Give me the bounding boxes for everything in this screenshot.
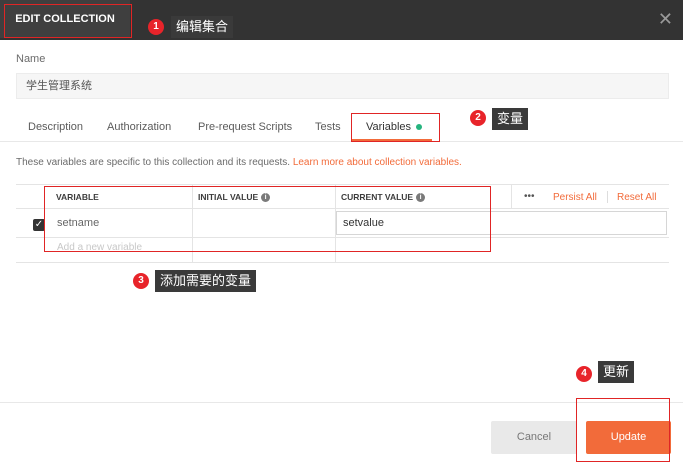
- annotation-callout-1: 编辑集合: [171, 16, 234, 38]
- cancel-button[interactable]: Cancel: [491, 421, 577, 454]
- annotation-badge-3: 3: [133, 273, 149, 289]
- variables-description: These variables are specific to this col…: [16, 157, 462, 168]
- learn-more-link[interactable]: Learn more about collection variables.: [293, 157, 462, 168]
- reset-all-button[interactable]: Reset All: [617, 192, 656, 203]
- more-options-icon[interactable]: •••: [524, 191, 535, 202]
- table-col-divider: [511, 184, 512, 208]
- annotation-callout-3: 添加需要的变量: [155, 270, 257, 292]
- annotation-box-1: [4, 4, 132, 38]
- tab-pre-request-scripts[interactable]: Pre-request Scripts: [198, 121, 292, 133]
- annotation-box-2: [351, 113, 440, 142]
- name-label: Name: [16, 53, 46, 65]
- description-text: These variables are specific to this col…: [16, 157, 293, 168]
- tab-tests[interactable]: Tests: [315, 121, 341, 133]
- tab-description[interactable]: Description: [28, 121, 83, 133]
- annotation-badge-1: 1: [148, 19, 164, 35]
- tabs-divider: [0, 141, 683, 142]
- annotation-badge-2: 2: [470, 110, 486, 126]
- annotation-box-4: [576, 398, 670, 462]
- action-divider: [607, 191, 608, 203]
- annotation-box-3: [44, 186, 491, 252]
- name-input[interactable]: 学生管理系统: [16, 73, 669, 99]
- persist-all-button[interactable]: Persist All: [553, 192, 597, 203]
- annotation-callout-4: 更新: [598, 361, 635, 383]
- annotation-callout-2: 变量: [492, 108, 529, 130]
- close-icon[interactable]: ✕: [658, 9, 673, 29]
- table-bottom-border: [16, 262, 669, 263]
- table-top-border: [16, 184, 669, 185]
- tab-authorization[interactable]: Authorization: [107, 121, 171, 133]
- annotation-badge-4: 4: [576, 366, 592, 382]
